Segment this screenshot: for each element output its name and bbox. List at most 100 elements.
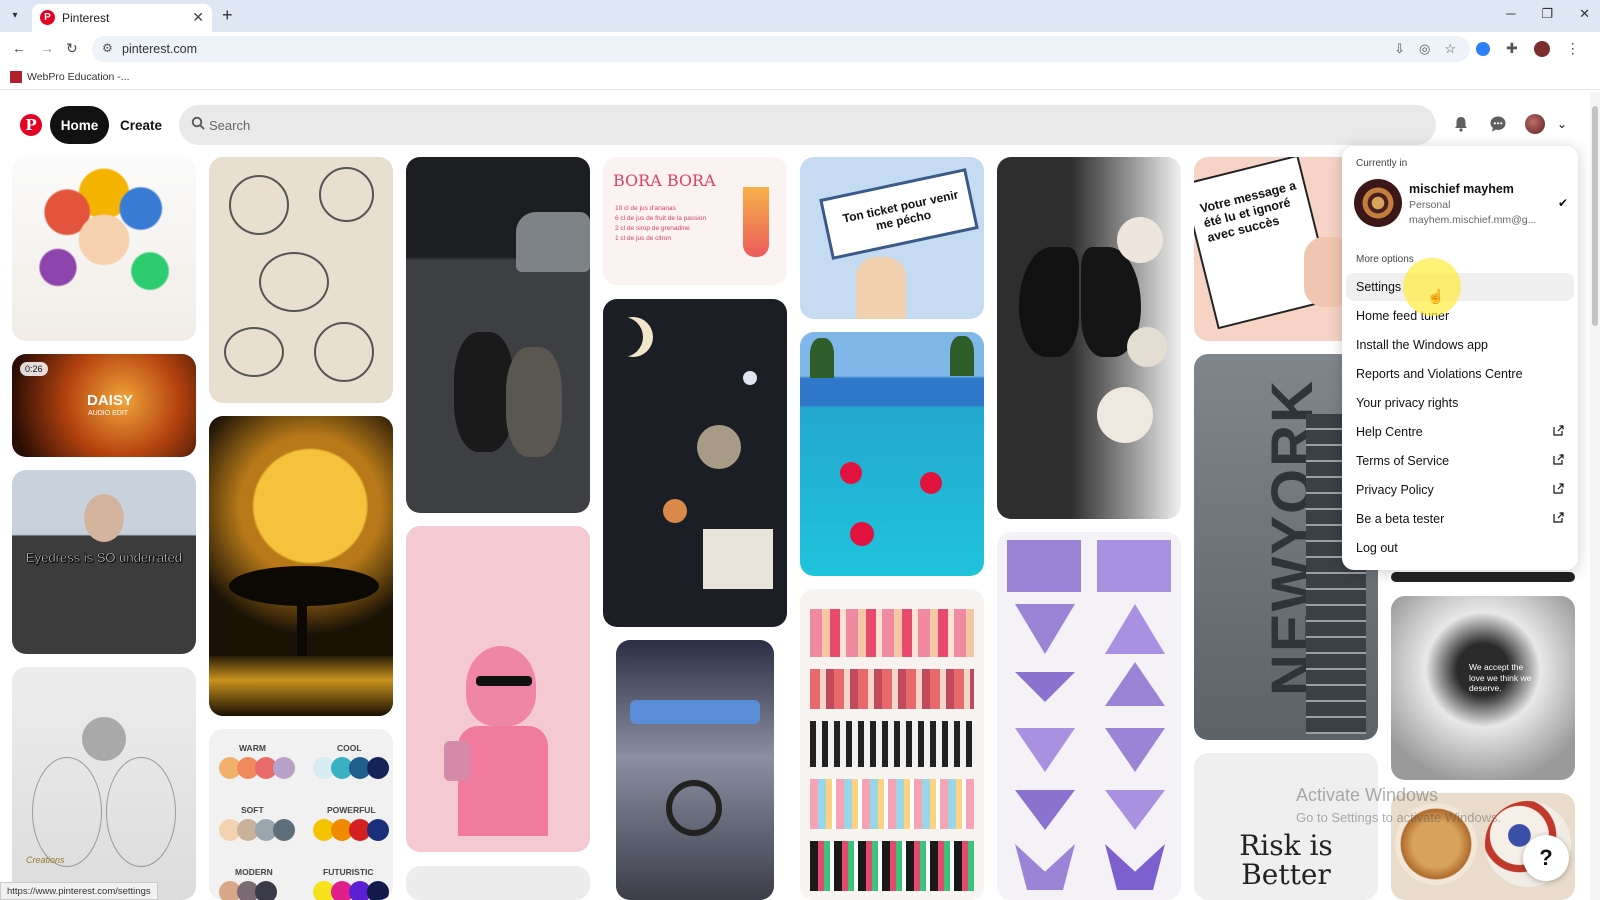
eye-off-icon[interactable]: ◎: [1419, 41, 1430, 57]
pin-partial-dark[interactable]: [1391, 572, 1575, 582]
pin-partial-bottom[interactable]: [406, 866, 590, 900]
message-ignored-text: Votre message a été lu et ignoré avec su…: [1198, 178, 1298, 245]
menu-item-beta-tester[interactable]: Be a beta tester: [1346, 505, 1574, 533]
pin-color-palettes[interactable]: WARM COOL SOFT POWERFUL MODERN FUTURISTI…: [209, 729, 393, 900]
menu-item-privacy-policy[interactable]: Privacy Policy: [1346, 476, 1574, 504]
menu-label: Log out: [1356, 541, 1398, 555]
install-app-icon[interactable]: ⇩: [1394, 41, 1405, 57]
pin-pink-panther[interactable]: [406, 526, 590, 852]
profile-avatar[interactable]: [1533, 40, 1550, 57]
menu-item-terms-of-service[interactable]: Terms of Service: [1346, 447, 1574, 475]
more-options-heading: More options: [1356, 254, 1414, 265]
address-bar-actions: ⇩ ◎ ☆: [1394, 41, 1456, 57]
pin-fairy-sketch[interactable]: Creations: [12, 667, 196, 900]
menu-item-home-feed-tuner[interactable]: Home feed tuner: [1346, 302, 1574, 330]
search-icon: [191, 116, 205, 130]
pin-cartoon-sketches[interactable]: [209, 157, 393, 403]
panther-tshirt: [458, 726, 548, 836]
restore-icon[interactable]: ❐: [1541, 6, 1553, 22]
origami-step-5: [1015, 672, 1075, 702]
origami-butterfly-final: [1105, 844, 1165, 890]
menu-item-help-centre[interactable]: Help Centre: [1346, 418, 1574, 446]
new-tab-plus-icon[interactable]: +: [222, 5, 233, 26]
account-email: mayhem.mischief.mm@g...: [1409, 214, 1537, 226]
pinterest-favicon-icon: P: [40, 10, 55, 25]
pin-makeup-products[interactable]: [800, 589, 984, 900]
palm-tree-right: [950, 336, 974, 376]
url-text[interactable]: pinterest.com: [122, 42, 197, 56]
pin-risk-quote[interactable]: Risk is Better: [1194, 753, 1378, 900]
browser-toolbar: ← → ↻ ⚙ pinterest.com ⇩ ◎ ☆: [0, 32, 1600, 66]
pin-bora-bora-recipe[interactable]: BORA BORA 10 cl de jus d'ananas 6 cl de …: [603, 157, 787, 285]
creators-watermark: Creations: [26, 855, 65, 865]
notifications-bell-icon[interactable]: [1452, 115, 1470, 133]
pinterest-logo-icon[interactable]: P: [20, 114, 42, 136]
search-input[interactable]: [209, 105, 1409, 145]
forward-arrow-icon[interactable]: →: [40, 40, 54, 56]
pin-colorful-girl-illustration[interactable]: [12, 157, 196, 341]
menu-label: Reports and Violations Centre: [1356, 367, 1523, 381]
menu-item-install-windows-app[interactable]: Install the Windows app: [1346, 331, 1574, 359]
close-window-icon[interactable]: ✕: [1579, 6, 1590, 22]
extension-icon[interactable]: [1476, 41, 1490, 56]
pin-cats-night[interactable]: [406, 157, 590, 513]
butterfly-wing-left: [1019, 247, 1079, 357]
menu-item-reports-violations[interactable]: Reports and Violations Centre: [1346, 360, 1574, 388]
pin-butterfly-flowers[interactable]: [997, 157, 1181, 519]
risk-quote-text: Risk is Better: [1239, 829, 1333, 892]
panther-sunglasses: [476, 676, 532, 686]
hibiscus-flower: [920, 472, 942, 494]
site-info-icon[interactable]: ⚙: [102, 41, 113, 55]
external-link-icon: [1553, 425, 1564, 436]
pin-moon-tree[interactable]: [209, 416, 393, 716]
tab-close-icon[interactable]: ✕: [192, 9, 204, 26]
hibiscus-flower: [840, 462, 862, 484]
pin-eyedress-photo[interactable]: Eyedress is SO underrated: [12, 470, 196, 654]
origami-step-7: [1015, 728, 1075, 772]
messages-chat-icon[interactable]: [1489, 115, 1507, 133]
sketch-creature: [259, 252, 329, 312]
help-button[interactable]: ?: [1523, 835, 1569, 881]
reload-icon[interactable]: ↻: [66, 40, 78, 57]
menu-item-privacy-rights[interactable]: Your privacy rights: [1346, 389, 1574, 417]
currently-in-heading: Currently in: [1356, 158, 1408, 169]
browser-tab-bar: ▾ P Pinterest ✕ + ─ ❐ ✕: [0, 0, 1600, 32]
browser-tab-pinterest[interactable]: P Pinterest ✕: [32, 4, 212, 32]
palette-label-soft: SOFT: [241, 805, 264, 815]
pin-daisy-video[interactable]: 0:26 DAISY AUDIO EDIT: [12, 354, 196, 457]
pin-ticket-meme[interactable]: Ton ticket pour venir me pécho: [800, 157, 984, 319]
pin-pool-flowers[interactable]: [800, 332, 984, 576]
origami-step-8: [1105, 728, 1165, 772]
home-button[interactable]: Home: [50, 106, 109, 144]
search-bar[interactable]: [179, 105, 1436, 145]
pin-car-interior[interactable]: [616, 640, 774, 900]
steering-wheel: [666, 780, 722, 836]
minimize-icon[interactable]: ─: [1506, 6, 1515, 22]
create-button[interactable]: Create: [113, 106, 169, 144]
page-scrollbar[interactable]: [1590, 92, 1600, 900]
tab-list-chevron-icon[interactable]: ▾: [6, 7, 24, 25]
portrait-face: [84, 494, 124, 542]
extensions-puzzle-icon[interactable]: ✚: [1506, 40, 1518, 57]
bookmark-star-icon[interactable]: ☆: [1444, 41, 1456, 57]
back-arrow-icon[interactable]: ←: [12, 40, 26, 56]
pin-moon-collage[interactable]: [603, 299, 787, 627]
bookmark-favicon-icon: [10, 71, 22, 83]
bookmark-webpro[interactable]: WebPro Education -...: [27, 71, 130, 83]
pin-origami-butterfly-steps[interactable]: [997, 532, 1181, 900]
recipe-line-1: 10 cl de jus d'ananas: [615, 205, 676, 212]
soft-swatches: [219, 819, 295, 841]
pin-we-accept-love[interactable]: We accept the love we think we deserve.: [1391, 596, 1575, 780]
account-chevron-down-icon[interactable]: ⌄: [1557, 117, 1567, 131]
status-bar-url: https://www.pinterest.com/settings: [0, 882, 158, 900]
scrollbar-thumb[interactable]: [1592, 106, 1598, 326]
menu-item-log-out[interactable]: Log out: [1346, 534, 1574, 562]
palette-label-futuristic: FUTURISTIC: [323, 867, 374, 877]
browser-menu-icon[interactable]: ⋮: [1566, 40, 1580, 57]
external-link-icon: [1553, 454, 1564, 465]
address-bar[interactable]: ⚙ pinterest.com ⇩ ◎ ☆: [92, 36, 1470, 62]
orange-moon: [663, 499, 687, 523]
user-avatar[interactable]: [1525, 114, 1545, 134]
cursor-highlight: [1403, 258, 1461, 316]
external-link-icon: [1553, 483, 1564, 494]
